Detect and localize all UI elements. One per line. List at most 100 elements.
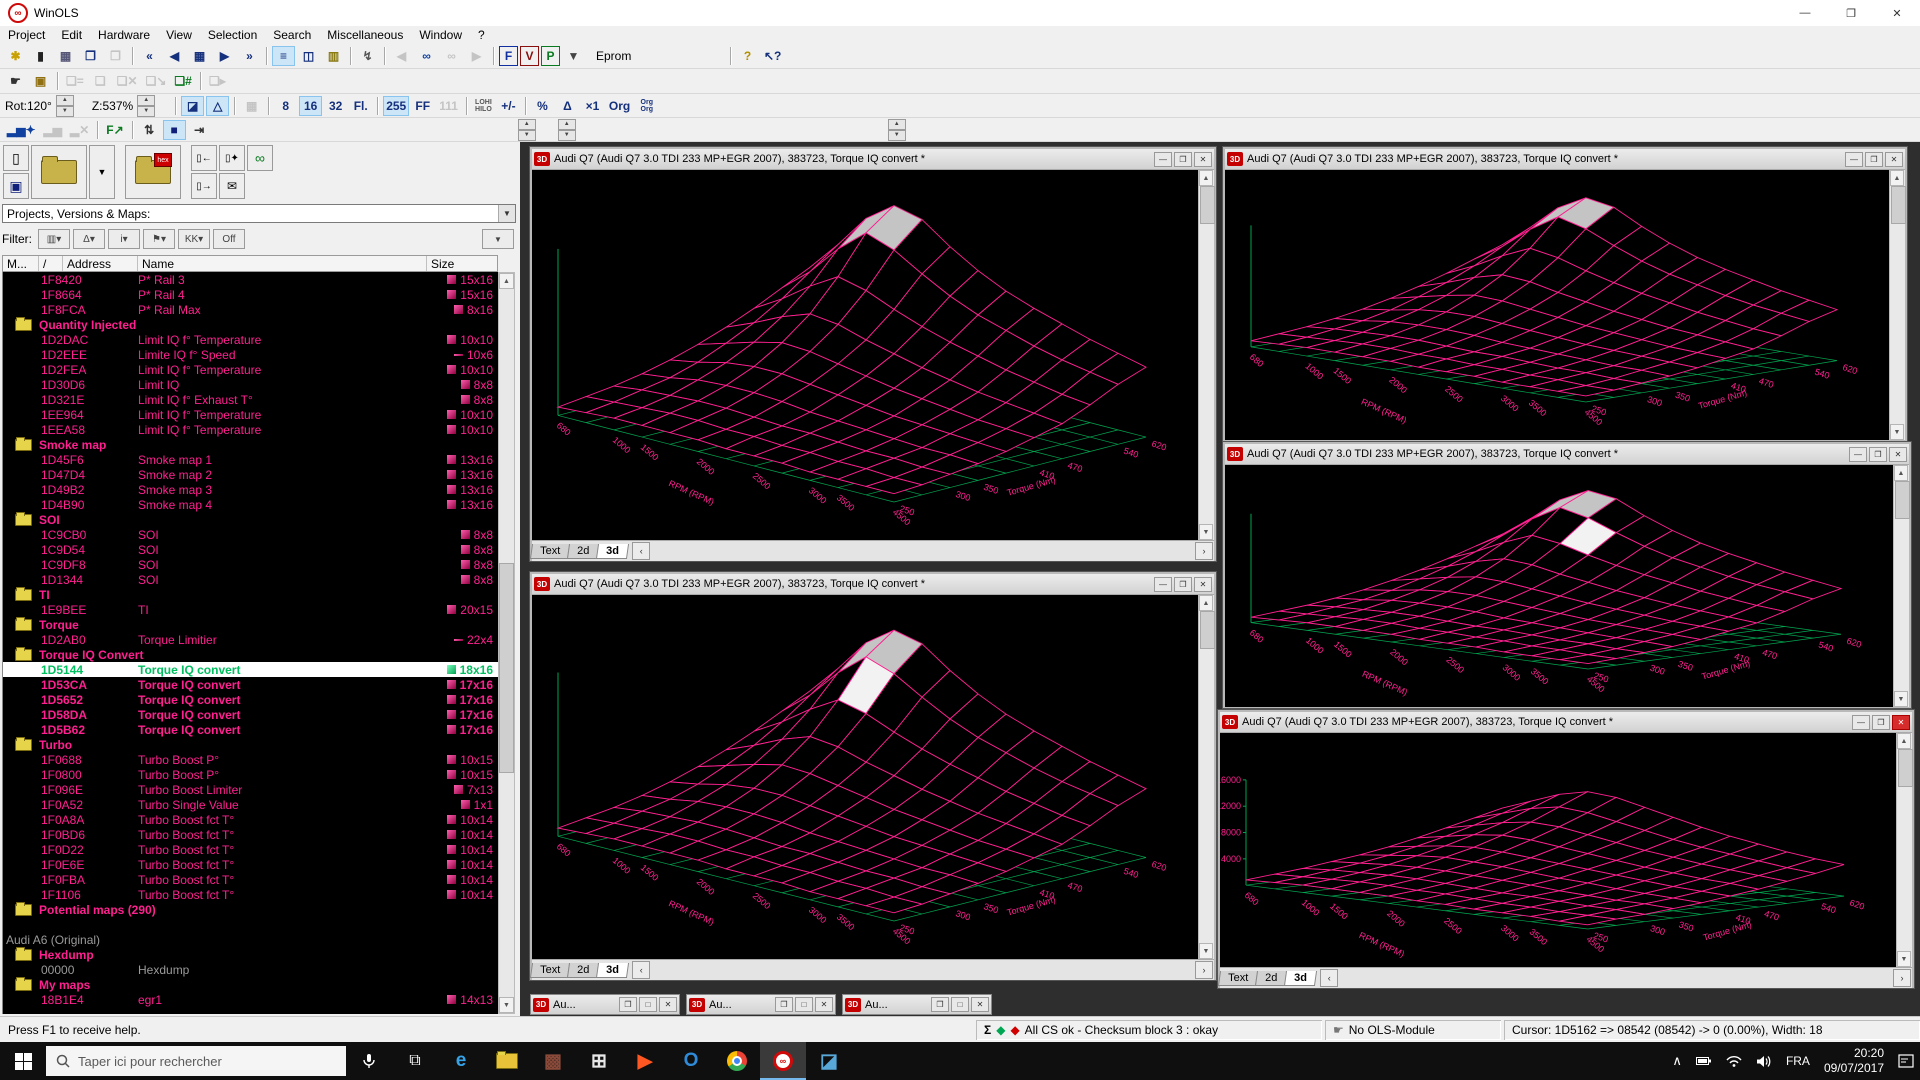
filter-off-button[interactable]: Off bbox=[213, 229, 245, 249]
plot-area[interactable]: 6801000150020002500300035004500RPM (RPM)… bbox=[1225, 170, 1905, 440]
child-minimize-button[interactable]: — bbox=[1154, 152, 1172, 167]
map-row[interactable]: 1F8420P* Rail 315x16 bbox=[3, 272, 499, 287]
project-row[interactable]: Audi A6 (Original) bbox=[3, 932, 499, 947]
tree-view-icon[interactable]: ≡ bbox=[272, 46, 295, 66]
child-restore-button[interactable]: ❐ bbox=[1865, 152, 1883, 167]
scrollbar-thumb[interactable] bbox=[1898, 749, 1913, 787]
minimize-button[interactable]: — bbox=[1782, 0, 1828, 26]
child-minimize-button[interactable]: — bbox=[1852, 715, 1870, 730]
detached-2-spinner[interactable]: ▲▼ bbox=[558, 119, 576, 141]
child-close-button[interactable]: ✕ bbox=[1892, 715, 1910, 730]
scroll-up-icon[interactable]: ▲ bbox=[1199, 170, 1213, 186]
open-project-dropdown[interactable]: ▼ bbox=[89, 145, 115, 199]
filter-delta-icon[interactable]: Δ▾ bbox=[73, 229, 105, 249]
photos-icon[interactable]: ◪ bbox=[806, 1042, 852, 1080]
map-row[interactable]: 1F0688Turbo Boost P°10x15 bbox=[3, 752, 499, 767]
child-restore-button[interactable]: ❐ bbox=[775, 997, 793, 1012]
menu-[interactable]: ? bbox=[470, 27, 493, 43]
child-restore-button[interactable]: ❐ bbox=[1872, 715, 1890, 730]
map-3d-window[interactable]: 3DAudi Q7 (Audi Q7 3.0 TDI 233 MP+EGR 20… bbox=[530, 572, 1216, 980]
map-row[interactable]: 1F8FCAP* Rail Max8x16 bbox=[3, 302, 499, 317]
plot-vertical-scrollbar[interactable]: ▲▼ bbox=[1896, 733, 1912, 967]
map-row[interactable]: 1F0E6ETurbo Boost fct T°10x14 bbox=[3, 857, 499, 872]
game-app-icon[interactable]: ▩ bbox=[530, 1042, 576, 1080]
tray-chevron-icon[interactable]: ∧ bbox=[1672, 1053, 1682, 1069]
map-row[interactable]: 1D45F6Smoke map 113x16 bbox=[3, 452, 499, 467]
scrollbar-thumb[interactable] bbox=[1200, 186, 1215, 224]
menu-edit[interactable]: Edit bbox=[53, 27, 90, 43]
child-maximize-button[interactable]: □ bbox=[639, 997, 657, 1012]
hexdump-table-icon[interactable]: ▦ bbox=[188, 46, 211, 66]
map-row[interactable]: 1C9D54SOI8x8 bbox=[3, 542, 499, 557]
list-right-icon[interactable]: ⇥ bbox=[188, 120, 211, 140]
restore-button[interactable]: ❐ bbox=[1828, 0, 1874, 26]
export-window-icon[interactable]: ❐ bbox=[79, 46, 102, 66]
map-3d-window[interactable]: 3DAudi Q7 (Audi Q7 3.0 TDI 233 MP+EGR 20… bbox=[1223, 442, 1911, 708]
plot-area[interactable]: 6801000150020002500300035004500RPM (RPM)… bbox=[1220, 733, 1912, 967]
stamp-equal-icon[interactable]: ❏= bbox=[63, 71, 87, 91]
child-close-button[interactable]: ✕ bbox=[1194, 577, 1212, 592]
child-restore-button[interactable]: ❐ bbox=[931, 997, 949, 1012]
map-row[interactable]: 1F0800Turbo Boost P°10x15 bbox=[3, 767, 499, 782]
surface-plot-3d[interactable]: 6801000150020002500300035004500RPM (RPM)… bbox=[1225, 170, 1889, 440]
tab-3d[interactable]: 3d bbox=[596, 963, 629, 978]
map-search-button[interactable]: ∞ bbox=[247, 145, 273, 171]
width-16-button[interactable]: 16 bbox=[299, 96, 322, 116]
width-8-button[interactable]: 8 bbox=[274, 96, 297, 116]
scroll-down-icon[interactable]: ▼ bbox=[499, 997, 514, 1013]
child-minimize-button[interactable]: — bbox=[1849, 447, 1867, 462]
map-row[interactable]: 1D30D6Limit IQ8x8 bbox=[3, 377, 499, 392]
child-maximize-button[interactable]: □ bbox=[795, 997, 813, 1012]
map-folder-row[interactable]: SOI bbox=[3, 512, 499, 527]
view-2d-icon[interactable]: ◪ bbox=[181, 96, 204, 116]
tab-scroll-left-icon[interactable]: ‹ bbox=[632, 961, 650, 979]
map-row[interactable]: 1F0A52Turbo Single Value1x1 bbox=[3, 797, 499, 812]
map-row[interactable]: 1D53CATorque IQ convert17x16 bbox=[3, 677, 499, 692]
taskbar-search-input[interactable]: Taper ici pour rechercher bbox=[46, 1046, 346, 1076]
filter-values-icon[interactable]: ▥▾ bbox=[38, 229, 70, 249]
child-close-button[interactable]: ✕ bbox=[659, 997, 677, 1012]
lohi-button[interactable]: LOHIHILO bbox=[472, 96, 495, 116]
preview-window-icon[interactable]: ◫ bbox=[297, 46, 320, 66]
map-row[interactable]: 1D47D4Smoke map 213x16 bbox=[3, 467, 499, 482]
mic-icon[interactable] bbox=[346, 1042, 392, 1080]
map-folder-row[interactable]: Torque bbox=[3, 617, 499, 632]
chrome-icon[interactable] bbox=[714, 1042, 760, 1080]
doc-wizard-button[interactable]: ▯✦ bbox=[219, 145, 245, 171]
surface-plot-3d[interactable]: 6801000150020002500300035004500RPM (RPM)… bbox=[1225, 465, 1893, 707]
decimal-button[interactable]: 255 bbox=[383, 96, 409, 116]
scroll-down-icon[interactable]: ▼ bbox=[1199, 524, 1213, 540]
next-version-icon[interactable]: ▶ bbox=[213, 46, 236, 66]
plot-area[interactable]: 6801000150020002500300035004500RPM (RPM)… bbox=[532, 170, 1214, 540]
import-file-button[interactable]: hex bbox=[125, 145, 181, 199]
child-close-button[interactable]: ✕ bbox=[1194, 152, 1212, 167]
map-row[interactable]: 1F8664P* Rail 415x16 bbox=[3, 287, 499, 302]
calculator-icon[interactable]: ⊞ bbox=[576, 1042, 622, 1080]
map-row[interactable]: 1D2EEELimite IQ f° Speed10x6 bbox=[3, 347, 499, 362]
tab-2d[interactable]: 2d bbox=[567, 963, 599, 978]
map-row[interactable]: 1F096ETurbo Boost Limiter7x13 bbox=[3, 782, 499, 797]
split-window-icon[interactable]: ❐ bbox=[104, 46, 127, 66]
tab-scroll-right-icon[interactable]: › bbox=[1195, 542, 1213, 560]
scrollbar-thumb[interactable] bbox=[1891, 186, 1906, 224]
child-window-titlebar[interactable]: 3DAudi Q7 (Audi Q7 3.0 TDI 233 MP+EGR 20… bbox=[532, 574, 1214, 595]
connect-icon[interactable]: ↯ bbox=[356, 46, 379, 66]
eprom-chip-icon[interactable]: ▥ bbox=[322, 46, 345, 66]
filter-dropdown-icon[interactable]: ▼ bbox=[482, 229, 514, 249]
factor-button[interactable]: ×1 bbox=[581, 96, 604, 116]
width-float-button[interactable]: Fl. bbox=[349, 96, 372, 116]
hand-pointer-icon[interactable]: ☛ bbox=[4, 71, 27, 91]
child-window-titlebar[interactable]: 3DAudi Q7 (Audi Q7 3.0 TDI 233 MP+EGR 20… bbox=[532, 149, 1214, 170]
list-updown-icon[interactable]: ⇅ bbox=[138, 120, 161, 140]
child-close-button[interactable]: ✕ bbox=[1885, 152, 1903, 167]
map-row[interactable]: 1D5B62Torque IQ convert17x16 bbox=[3, 722, 499, 737]
print-icon[interactable]: ▦ bbox=[54, 46, 77, 66]
map-row[interactable]: 1D2AB0Torque Limitier22x4 bbox=[3, 632, 499, 647]
menu-selection[interactable]: Selection bbox=[200, 27, 265, 43]
org-button[interactable]: Org bbox=[606, 96, 633, 116]
map-row[interactable]: 1D321ELimit IQ f° Exhaust T°8x8 bbox=[3, 392, 499, 407]
child-restore-button[interactable]: ❐ bbox=[619, 997, 637, 1012]
map-row[interactable]: 18B1E4egr114x13 bbox=[3, 992, 499, 1007]
grid-icon[interactable]: ▦ bbox=[240, 96, 263, 116]
map-folder-row[interactable]: Potential maps (290) bbox=[3, 902, 499, 917]
